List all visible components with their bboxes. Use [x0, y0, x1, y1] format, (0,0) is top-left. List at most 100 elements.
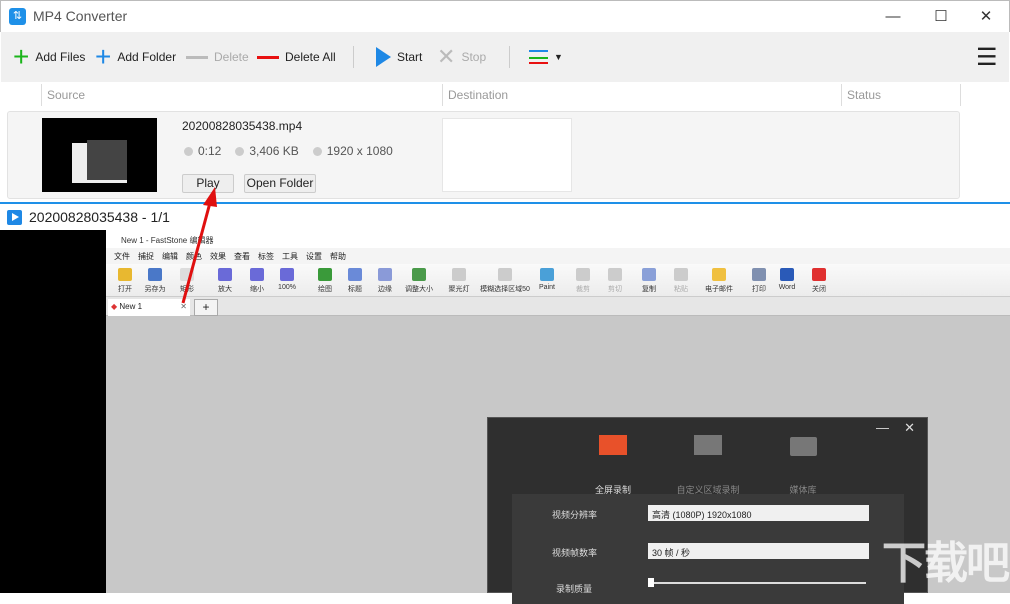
- tool-icon: [452, 268, 466, 281]
- add-files-label: Add Files: [35, 50, 86, 64]
- fps-select-value: 30 帧 / 秒: [652, 548, 691, 558]
- minimize-button[interactable]: —: [878, 5, 908, 29]
- menu-item[interactable]: 文件: [114, 251, 130, 261]
- tool-button[interactable]: 剪切: [600, 266, 630, 294]
- resolution-select[interactable]: 高清 (1080P) 1920x1080: [648, 505, 869, 521]
- folder-icon[interactable]: [790, 437, 817, 456]
- delete-all-label: Delete All: [285, 50, 336, 64]
- open-folder-button[interactable]: Open Folder: [244, 174, 316, 193]
- tool-label: 缩小: [250, 286, 264, 293]
- tool-button[interactable]: 标题: [340, 266, 370, 294]
- column-destination: Destination: [442, 84, 508, 106]
- tool-label: Word: [778, 284, 796, 291]
- video-thumbnail: [42, 118, 157, 192]
- dot-icon: [312, 147, 322, 156]
- tool-label: 标题: [348, 286, 362, 293]
- resolution-select-value: 高清 (1080P) 1920x1080: [652, 510, 752, 520]
- region-record-icon[interactable]: [694, 435, 722, 455]
- menu-item[interactable]: 捕捉: [138, 251, 154, 261]
- tool-button[interactable]: 裁剪: [568, 266, 598, 294]
- tool-icon: [780, 268, 794, 281]
- tool-button[interactable]: 绘图: [310, 266, 340, 294]
- dialog-close-button[interactable]: ✕: [904, 420, 915, 436]
- hamburger-menu-button[interactable]: ☰: [976, 32, 998, 82]
- window-border: [0, 202, 1010, 204]
- tool-icon: [148, 268, 162, 281]
- column-header: Source Destination Status: [1, 84, 1009, 106]
- tool-icon: [752, 268, 766, 281]
- tool-label: 绘图: [318, 286, 332, 293]
- start-button[interactable]: Start: [376, 32, 422, 82]
- format-lines-icon: [529, 50, 548, 64]
- output-format-dropdown[interactable]: ▼: [529, 32, 563, 82]
- tool-button[interactable]: 打印: [744, 266, 774, 294]
- destination-preview: [442, 118, 572, 192]
- tool-icon: [250, 268, 264, 281]
- duration: 0:12: [184, 144, 221, 158]
- tool-label: 复制: [642, 286, 656, 293]
- title-bar: ⇅ MP4 Converter — ☐ ✕: [0, 0, 1010, 32]
- stop-label: Stop: [461, 50, 487, 64]
- tool-button[interactable]: 聚光灯: [444, 266, 474, 294]
- player-title-bar: 20200828035438 - 1/1: [0, 205, 1010, 230]
- tool-button[interactable]: Word: [772, 266, 802, 291]
- tool-button[interactable]: 另存为: [140, 266, 170, 294]
- menu-item[interactable]: 设置: [306, 251, 322, 261]
- watermark-logo: 下载吧: [882, 539, 1010, 588]
- file-row[interactable]: 20200828035438.mp4 0:12 3,406 KB 1920 x …: [7, 111, 960, 199]
- close-button[interactable]: ✕: [971, 5, 1001, 29]
- column-status: Status: [841, 84, 961, 106]
- window-title: MP4 Converter: [33, 8, 128, 24]
- player-title: 20200828035438 - 1/1: [29, 209, 170, 225]
- tool-label: 打印: [752, 286, 766, 293]
- size: 3,406 KB: [235, 144, 299, 158]
- tool-icon: [412, 268, 426, 281]
- quality-slider-handle[interactable]: [648, 578, 654, 587]
- add-folder-button[interactable]: + Add Folder: [95, 32, 176, 82]
- tool-label: 另存为: [144, 286, 166, 293]
- faststone-menu: 文件捕捉编辑颜色效果查看标签工具设置帮助: [106, 248, 1010, 264]
- tool-label: 100%: [278, 284, 296, 291]
- tool-button[interactable]: 粘贴: [666, 266, 696, 294]
- resolution: 1920 x 1080: [312, 144, 393, 158]
- tool-label: 模糊选择区域50: [480, 286, 530, 293]
- add-folder-label: Add Folder: [117, 50, 177, 64]
- delete-button[interactable]: Delete: [186, 32, 249, 82]
- tool-label: 调整大小: [405, 286, 433, 293]
- divider: [509, 46, 510, 68]
- tool-button[interactable]: 关闭: [804, 266, 834, 294]
- tool-button[interactable]: 复制: [634, 266, 664, 294]
- x-icon: ✕: [437, 44, 456, 69]
- menu-item[interactable]: 帮助: [330, 251, 346, 261]
- tool-label: 电子邮件: [705, 286, 733, 293]
- tool-label: 打开: [118, 286, 132, 293]
- minus-icon: [186, 55, 208, 59]
- fps-select[interactable]: 30 帧 / 秒: [648, 543, 869, 559]
- add-files-button[interactable]: + Add Files: [13, 32, 85, 82]
- tool-icon: [576, 268, 590, 281]
- tool-button[interactable]: 100%: [272, 266, 302, 291]
- tool-button[interactable]: 边缘: [370, 266, 400, 294]
- maximize-button[interactable]: ☐: [926, 5, 956, 29]
- tool-button[interactable]: 缩小: [242, 266, 272, 294]
- toolbar: + Add Files + Add Folder Delete Delete All…: [1, 32, 1009, 82]
- menu-item[interactable]: 查看: [234, 251, 250, 261]
- tool-button[interactable]: Paint: [532, 266, 562, 291]
- tool-icon: [712, 268, 726, 281]
- fullscreen-record-icon[interactable]: [599, 435, 627, 455]
- resolution-label: 视频分辨率: [552, 510, 598, 520]
- video-area[interactable]: New 1 - FastStone 编辑器 文件捕捉编辑颜色效果查看标签工具设置…: [0, 230, 1010, 604]
- dialog-minimize-button[interactable]: —: [876, 420, 889, 435]
- menu-item[interactable]: 标签: [258, 251, 274, 261]
- quality-slider[interactable]: [650, 582, 866, 584]
- red-arrow-annotation: [181, 187, 217, 304]
- tool-button[interactable]: 电子邮件: [704, 266, 734, 294]
- tool-button[interactable]: 模糊选择区域50: [474, 266, 536, 294]
- stop-button[interactable]: ✕ Stop: [437, 32, 486, 82]
- tool-button[interactable]: 调整大小: [404, 266, 434, 294]
- delete-all-button[interactable]: Delete All: [257, 32, 336, 82]
- tool-button[interactable]: 打开: [110, 266, 140, 294]
- recorder-dialog: — ✕ 全屏录制 自定义区域录制 媒体库 视频分辨率 高清 (1080P) 19…: [487, 417, 928, 604]
- menu-item[interactable]: 工具: [282, 251, 298, 261]
- tool-icon: [812, 268, 826, 281]
